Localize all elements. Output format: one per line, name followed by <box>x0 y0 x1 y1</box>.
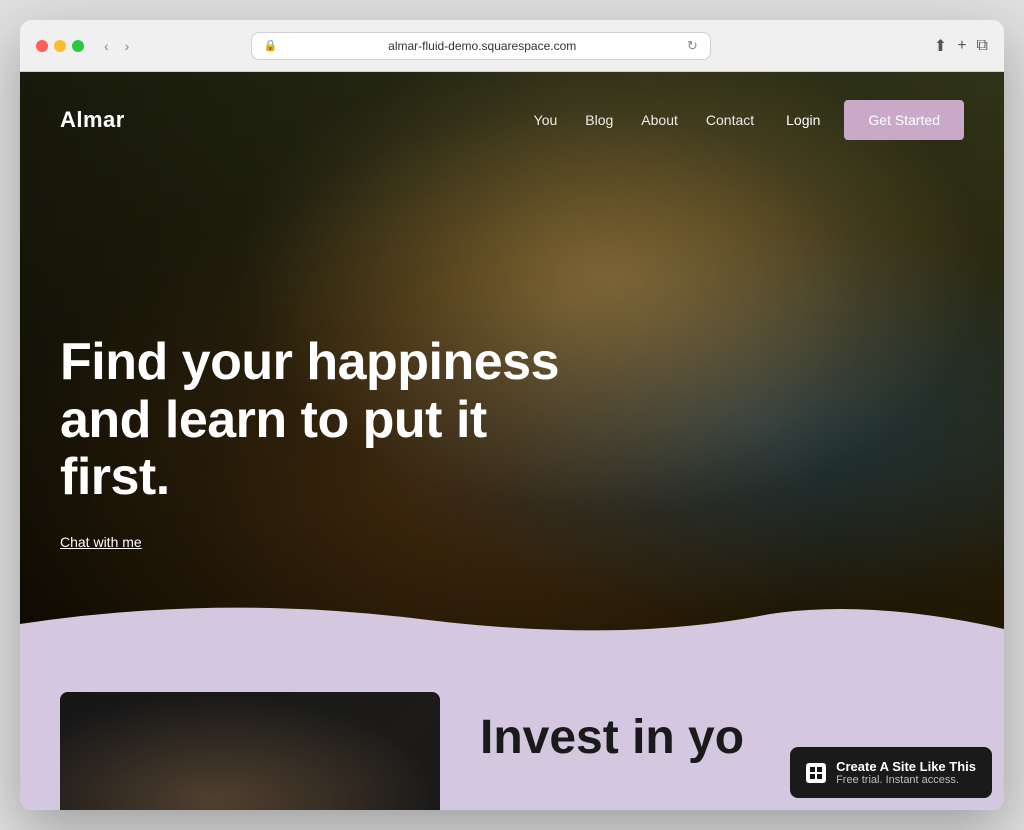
second-section-image <box>60 692 440 810</box>
minimize-button[interactable] <box>54 40 66 52</box>
wave-separator <box>20 594 1004 652</box>
browser-window: ‹ › 🔒 almar-fluid-demo.squarespace.com ↻… <box>20 20 1004 810</box>
address-bar[interactable]: 🔒 almar-fluid-demo.squarespace.com ↻ <box>251 32 711 60</box>
nav-link-blog[interactable]: Blog <box>585 112 613 128</box>
browser-actions: ⬆ + ⧉ <box>934 36 988 56</box>
lock-icon: 🔒 <box>264 39 278 52</box>
login-link[interactable]: Login <box>786 112 820 128</box>
badge-secondary-text: Free trial. Instant access. <box>836 774 976 786</box>
get-started-button[interactable]: Get Started <box>844 100 964 140</box>
nav-link-contact[interactable]: Contact <box>706 112 754 128</box>
chat-with-me-link[interactable]: Chat with me <box>60 534 142 550</box>
hero-section: Almar You Blog About Contact Login Get S… <box>20 72 1004 652</box>
badge-text: Create A Site Like This Free trial. Inst… <box>836 759 976 786</box>
back-button[interactable]: ‹ <box>100 36 113 56</box>
badge-primary-text: Create A Site Like This <box>836 759 976 774</box>
maximize-button[interactable] <box>72 40 84 52</box>
browser-chrome: ‹ › 🔒 almar-fluid-demo.squarespace.com ↻… <box>20 20 1004 72</box>
url-text: almar-fluid-demo.squarespace.com <box>284 39 681 53</box>
browser-controls: ‹ › <box>100 36 133 56</box>
squarespace-badge[interactable]: Create A Site Like This Free trial. Inst… <box>790 747 992 798</box>
nav-link-you[interactable]: You <box>534 112 558 128</box>
reload-icon: ↻ <box>687 38 698 54</box>
traffic-lights <box>36 40 84 52</box>
site-logo[interactable]: Almar <box>60 107 125 133</box>
nav-link-about[interactable]: About <box>641 112 678 128</box>
new-tab-button[interactable]: + <box>957 37 966 55</box>
tabs-button[interactable]: ⧉ <box>977 37 988 55</box>
forward-button[interactable]: › <box>121 36 134 56</box>
website-content: Almar You Blog About Contact Login Get S… <box>20 72 1004 810</box>
share-button[interactable]: ⬆ <box>934 36 947 56</box>
squarespace-logo-icon <box>806 763 826 783</box>
nav-links: You Blog About Contact <box>534 112 755 128</box>
hero-headline: Find your happiness and learn to put it … <box>60 334 600 506</box>
hero-content: Find your happiness and learn to put it … <box>60 334 600 552</box>
main-navigation: Almar You Blog About Contact Login Get S… <box>20 72 1004 168</box>
close-button[interactable] <box>36 40 48 52</box>
